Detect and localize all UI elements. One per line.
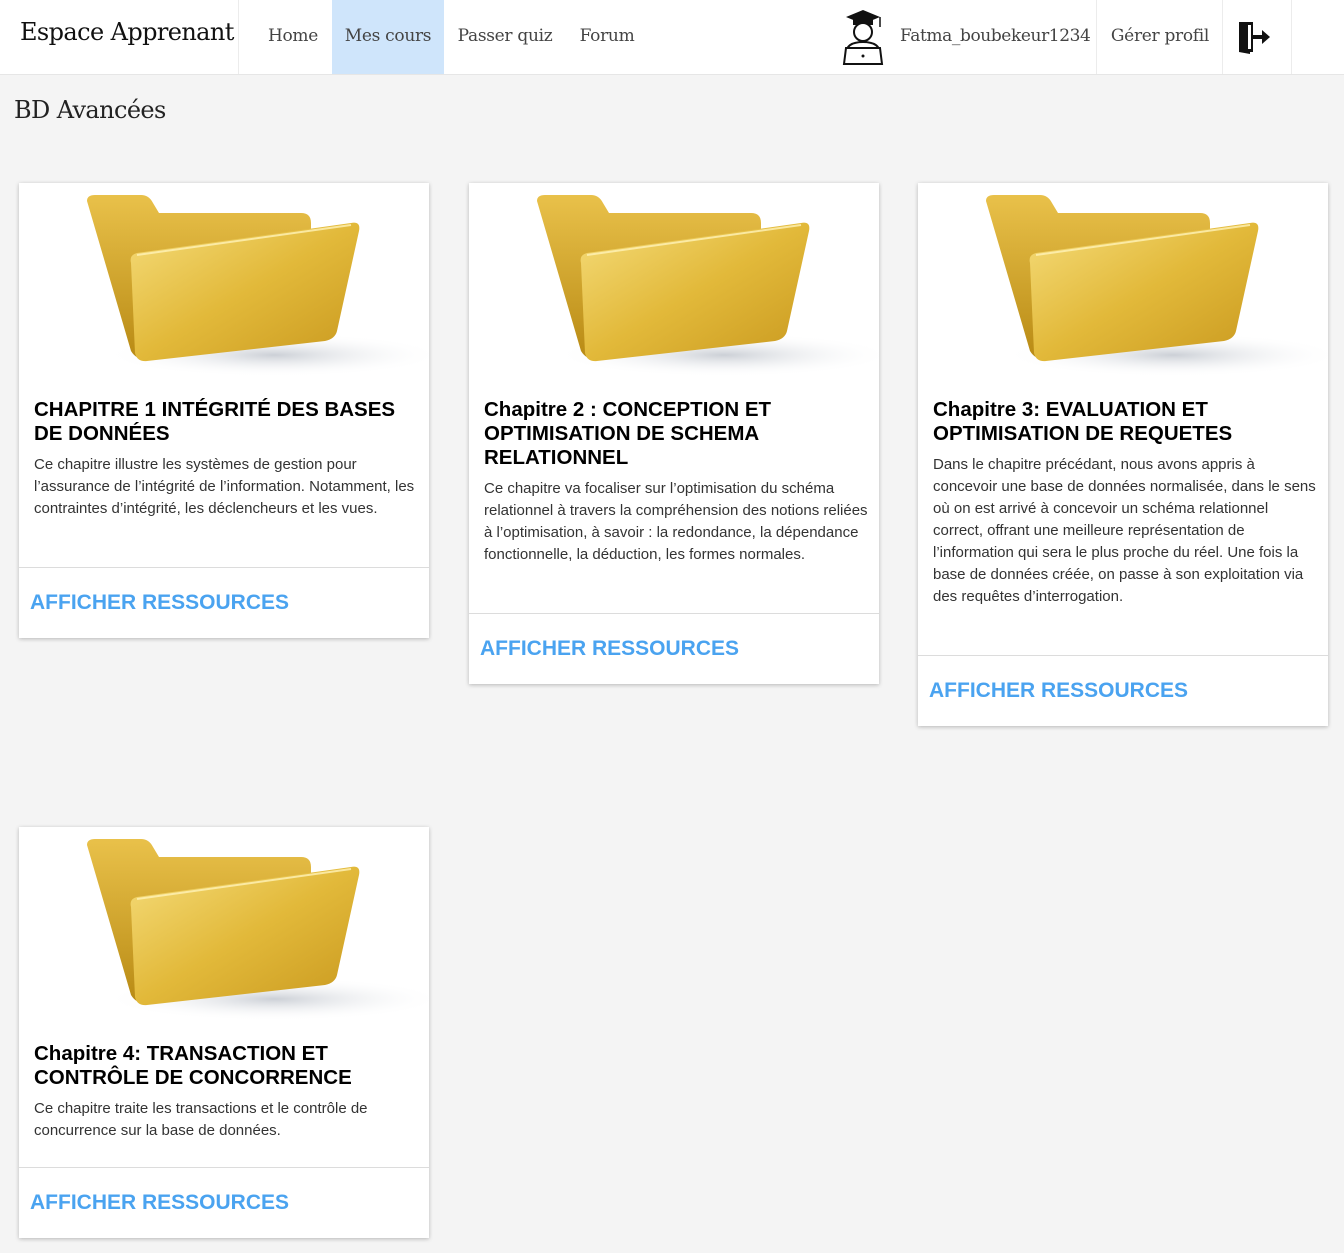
chapter-title: Chapitre 4: TRANSACTION ET CONTRÔLE DE C…: [34, 1042, 352, 1089]
nav-forum[interactable]: Forum: [566, 0, 648, 74]
brand-title[interactable]: Espace Apprenant: [20, 18, 234, 46]
nav-mes-cours[interactable]: Mes cours: [332, 0, 444, 74]
logout-icon[interactable]: [1236, 20, 1272, 54]
card-divider: [19, 1167, 429, 1168]
folder-icon: [19, 183, 429, 383]
nav-passer-quiz[interactable]: Passer quiz: [446, 0, 564, 74]
show-resources-button[interactable]: AFFICHER RESSOURCES: [30, 591, 289, 615]
chapter-description: Dans le chapitre précédant, nous avons a…: [933, 456, 1316, 605]
nav-divider: [1291, 0, 1292, 74]
nav-home[interactable]: Home: [256, 0, 330, 74]
folder-icon: [19, 827, 429, 1027]
chapter-description: Ce chapitre va focaliser sur l’optimisat…: [484, 480, 868, 563]
top-navbar: Espace Apprenant Home Mes cours Passer q…: [0, 0, 1344, 75]
manage-profile-link[interactable]: Gérer profil: [1098, 0, 1222, 74]
username-link[interactable]: Fatma_boubekeur1234: [900, 0, 1091, 74]
nav-divider: [238, 0, 239, 74]
card-divider: [19, 567, 429, 568]
nav-divider: [1096, 0, 1097, 74]
show-resources-button[interactable]: AFFICHER RESSOURCES: [480, 637, 739, 661]
chapter-card: Chapitre 3: EVALUATION ET OPTIMISATION D…: [918, 183, 1328, 726]
card-divider: [469, 613, 879, 614]
page-title: BD Avancées: [14, 96, 166, 124]
folder-icon: [918, 183, 1328, 383]
student-graduate-icon: [842, 10, 884, 65]
chapter-card: Chapitre 4: TRANSACTION ET CONTRÔLE DE C…: [19, 827, 429, 1238]
chapter-card: Chapitre 2 : CONCEPTION ET OPTIMISATION …: [469, 183, 879, 684]
chapter-title: Chapitre 2 : CONCEPTION ET OPTIMISATION …: [484, 398, 772, 469]
show-resources-button[interactable]: AFFICHER RESSOURCES: [30, 1191, 289, 1215]
chapter-title: CHAPITRE 1 INTÉGRITÉ DES BASES DE DONNÉE…: [34, 398, 396, 445]
folder-icon: [469, 183, 879, 383]
chapter-description: Ce chapitre traite les transactions et l…: [34, 1100, 368, 1139]
chapter-title: Chapitre 3: EVALUATION ET OPTIMISATION D…: [933, 398, 1233, 445]
chapter-card: CHAPITRE 1 INTÉGRITÉ DES BASES DE DONNÉE…: [19, 183, 429, 638]
show-resources-button[interactable]: AFFICHER RESSOURCES: [929, 679, 1188, 703]
chapter-description: Ce chapitre illustre les systèmes de ges…: [34, 456, 415, 517]
card-divider: [918, 655, 1328, 656]
nav-divider: [1222, 0, 1223, 74]
